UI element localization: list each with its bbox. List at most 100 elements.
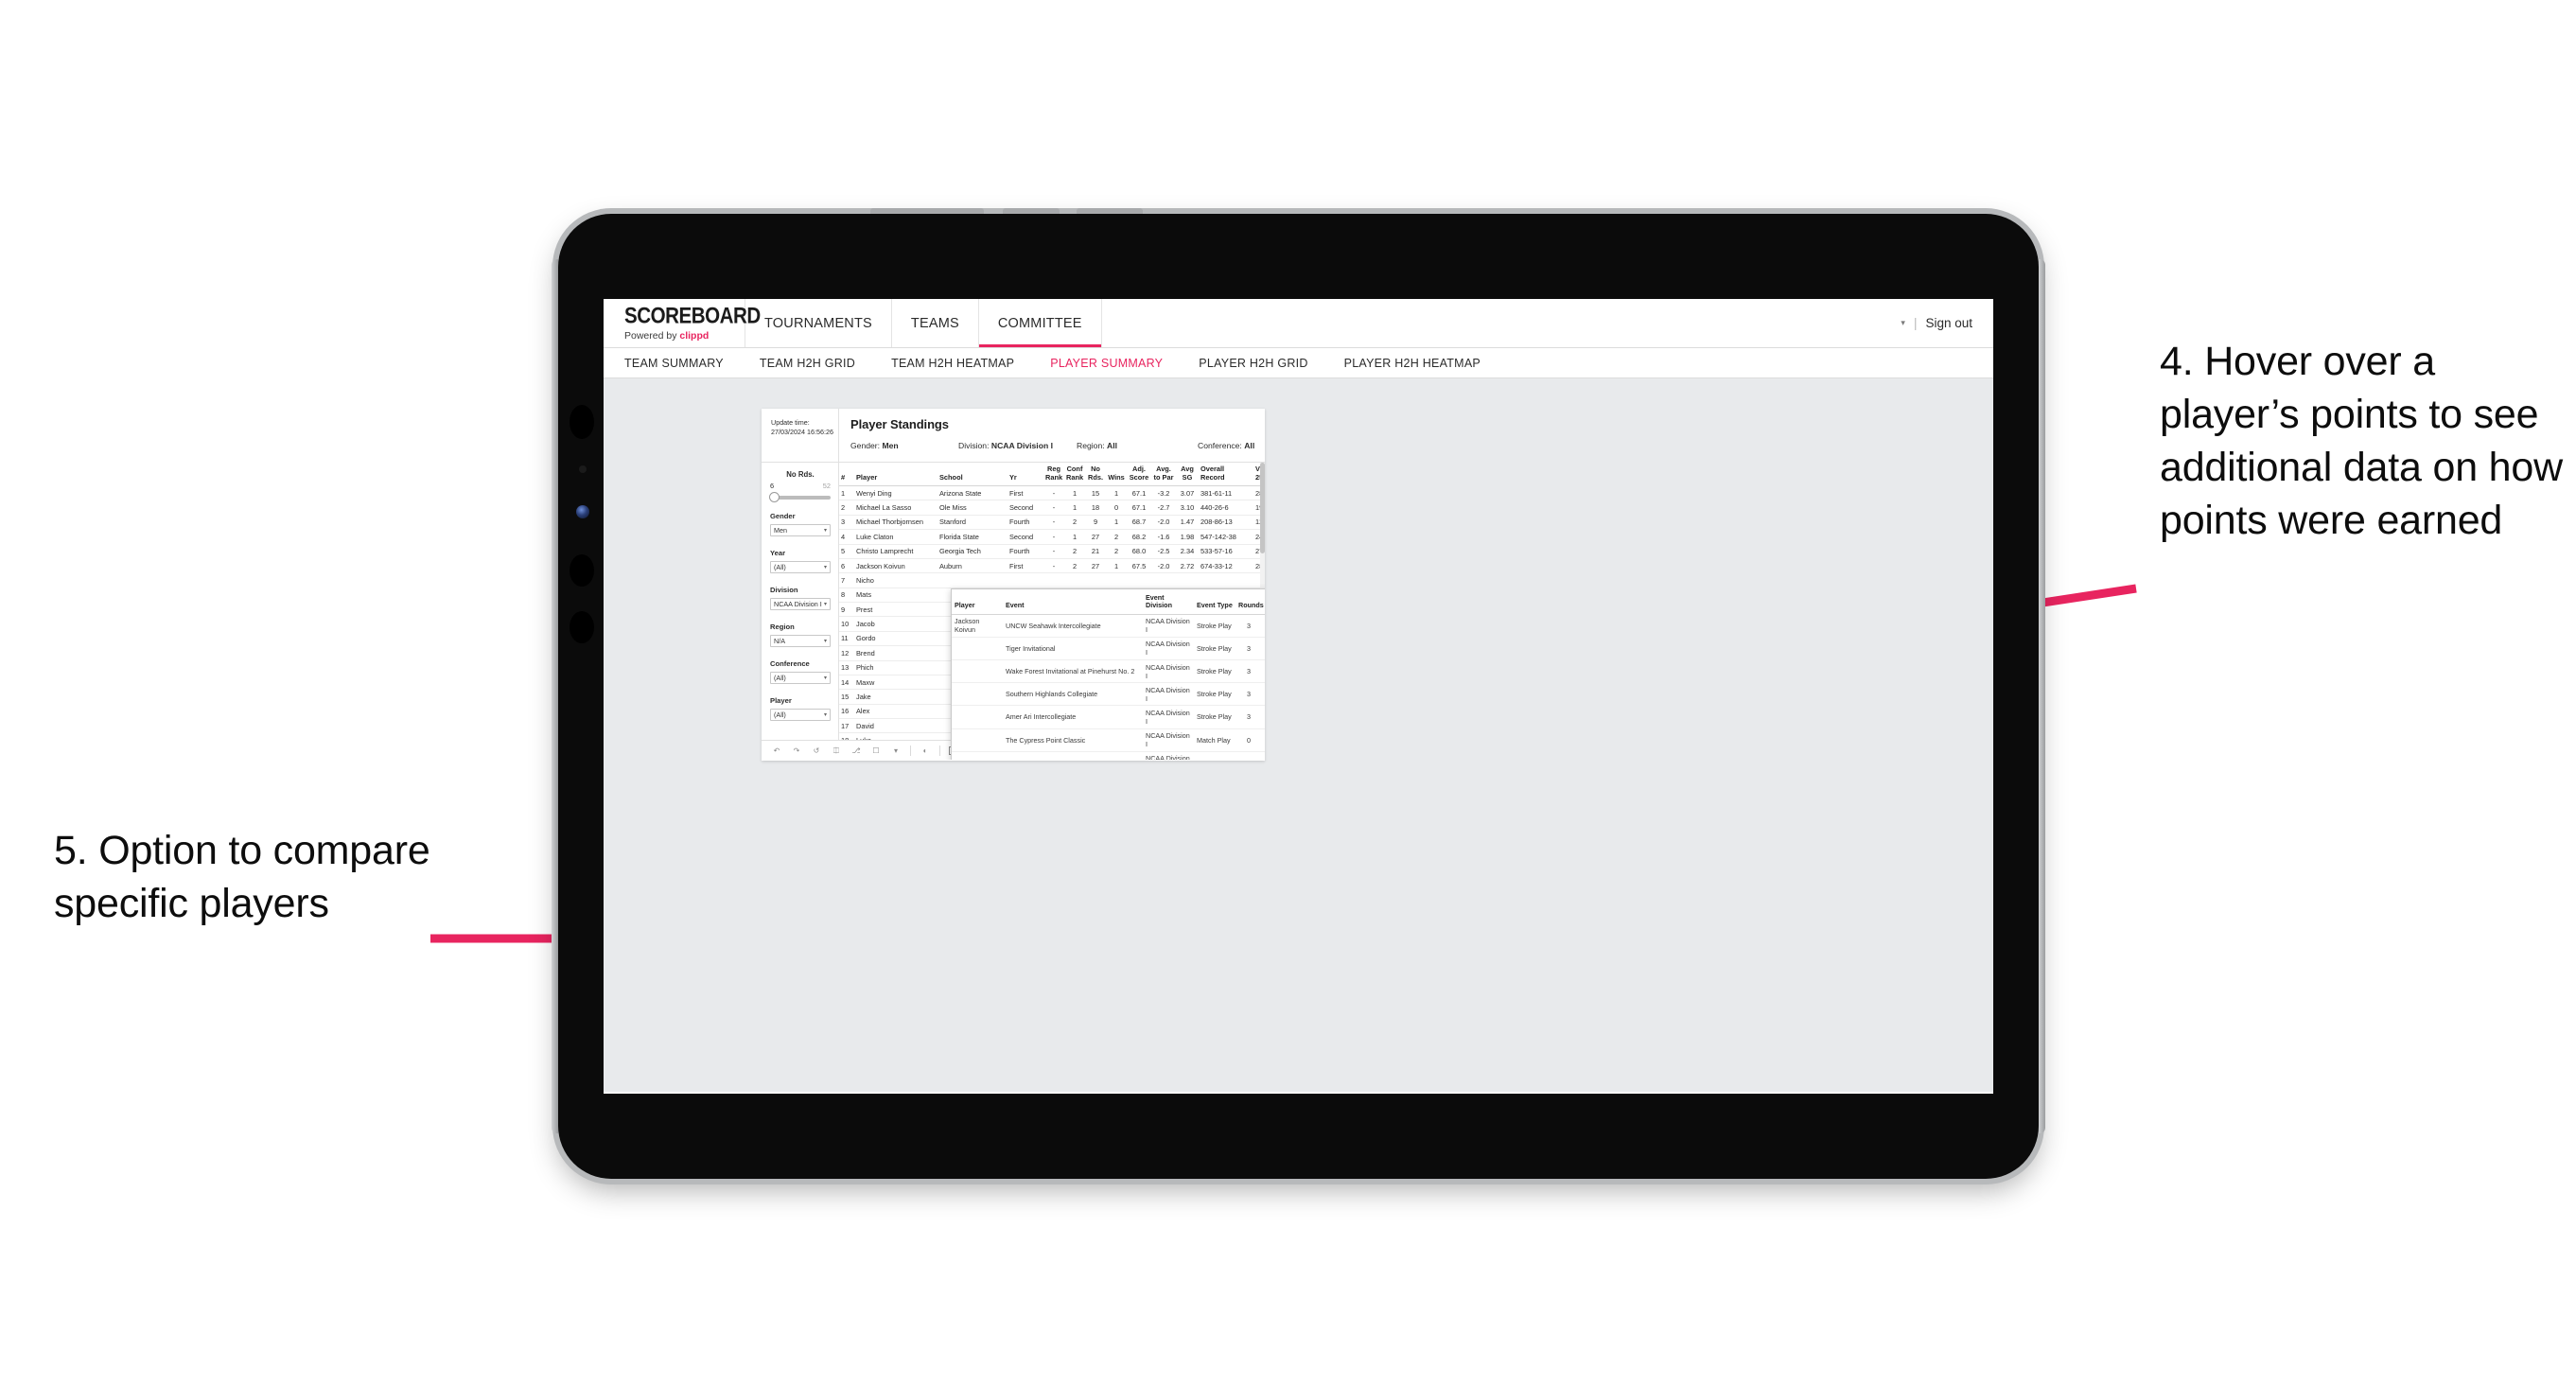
summary-division: Division: NCAA Division I	[958, 441, 1077, 450]
tooltip-cell-event: Fallen Oak Collegiate Invitational	[1003, 751, 1143, 760]
filter-rail: No Rds. 6 52 Gender Men ▾ Year (All) ▾ D…	[762, 463, 839, 760]
no-rounds-slider[interactable]	[769, 492, 831, 502]
refresh-icon[interactable]: ⎅	[831, 746, 842, 757]
summary-region-value: All	[1107, 441, 1117, 450]
cell-yr: Second	[1008, 529, 1043, 545]
filter-conference-select[interactable]: (All) ▾	[770, 672, 831, 684]
cell-adj: 67.1	[1127, 500, 1151, 516]
filter-division-label: Division	[770, 586, 798, 594]
tab-team-h2h-heatmap[interactable]: TEAM H2H HEATMAP	[891, 357, 1014, 370]
tooltip-cell-event: UNCW Seahawk Intercollegiate	[1003, 614, 1143, 638]
scrollbar-thumb[interactable]	[1260, 463, 1265, 553]
tooltip-cell-status: PLAYED	[1262, 614, 1265, 638]
tab-player-summary[interactable]: PLAYER SUMMARY	[1050, 357, 1163, 370]
table-row[interactable]: 5 Christo Lamprecht Georgia Tech Fourth -2 21…	[839, 544, 1265, 559]
col-header-conf-rank[interactable]: Conf Rank	[1064, 463, 1085, 487]
tab-team-h2h-grid[interactable]: TEAM H2H GRID	[760, 357, 855, 370]
filter-gender: Gender Men ▾	[770, 512, 831, 536]
cell-rds: 15	[1085, 485, 1106, 501]
cell-wins: 2	[1106, 544, 1127, 559]
filter-division-value: NCAA Division I	[774, 600, 822, 608]
cell-player: Christo Lamprecht	[854, 544, 938, 559]
summary-conference: Conference: All	[1198, 441, 1254, 450]
tab-player-h2h-heatmap[interactable]: PLAYER H2H HEATMAP	[1344, 357, 1481, 370]
col-header-reg-rank[interactable]: Reg Rank	[1043, 463, 1064, 487]
tooltip-col-player: Player	[952, 589, 1003, 615]
cell-player: Prest	[854, 602, 938, 618]
chevron-down-icon[interactable]: ▾	[890, 746, 902, 757]
col-header-player[interactable]: Player	[854, 463, 938, 487]
data-source-icon[interactable]: ☐	[870, 746, 882, 757]
filter-player-label: Player	[770, 696, 792, 705]
col-header-wins[interactable]: Wins	[1106, 463, 1127, 487]
cell-adj	[1127, 572, 1151, 588]
cell-adj: 68.0	[1127, 544, 1151, 559]
pause-auto-updates-icon[interactable]: ⎇	[850, 746, 862, 757]
nav-tournaments[interactable]: TOURNAMENTS	[745, 299, 892, 347]
sign-out-button[interactable]: Sign out	[1925, 316, 1972, 330]
brand-logo[interactable]: SCOREBOARD Powered by clippd	[604, 299, 761, 347]
table-row[interactable]: 6 Jackson Koivun Auburn First -2 27 1 67.5 -2.0 2…	[839, 558, 1265, 574]
col-header-school[interactable]: School	[938, 463, 1008, 487]
summary-division-label: Division:	[958, 441, 990, 450]
tooltip-col-event-division: Event Division	[1143, 589, 1194, 615]
col-header-overall-record[interactable]: Overall Record	[1199, 463, 1253, 487]
cell-rank: 10	[839, 616, 854, 632]
filter-summary-line: Gender: Men Division: NCAA Division I Re…	[850, 441, 1265, 450]
cell-player: Brend	[854, 645, 938, 661]
filter-year-select[interactable]: (All) ▾	[770, 561, 831, 573]
cell-par: -3.2	[1151, 485, 1176, 501]
cell-player: Jake	[854, 689, 938, 705]
table-row[interactable]: 1 Wenyi Ding Arizona State First -1 15 1 67.1 -3…	[839, 485, 1265, 501]
tooltip-cell-event-division: NCAA Division I	[1143, 637, 1194, 660]
nav-committee[interactable]: COMMITTEE	[978, 299, 1102, 347]
col-header-[interactable]: #	[839, 463, 854, 487]
col-header-yr[interactable]: Yr	[1008, 463, 1043, 487]
ambient-sensor-icon	[576, 505, 589, 518]
custom-views-icon[interactable]: ◐	[920, 746, 931, 757]
chevron-down-icon[interactable]: ▾	[1901, 318, 1905, 328]
tooltip-row: Jackson Koivun UNCW Seahawk Intercollegia…	[952, 614, 1265, 638]
filter-player-select[interactable]: (All) ▾	[770, 709, 831, 721]
cell-rds: 18	[1085, 500, 1106, 516]
cell-conf: 2	[1064, 515, 1085, 531]
chevron-down-icon: ▾	[823, 602, 827, 607]
camera-icon	[570, 405, 594, 439]
table-row[interactable]: 2 Michael La Sasso Ole Miss Second -1 18 0 67.1…	[839, 500, 1265, 516]
filter-gender-select[interactable]: Men ▾	[770, 524, 831, 536]
tooltip-body: Jackson Koivun UNCW Seahawk Intercollegia…	[952, 614, 1265, 760]
summary-conference-label: Conference:	[1198, 441, 1242, 450]
revert-icon[interactable]: ↺	[811, 746, 822, 757]
tab-player-h2h-grid[interactable]: PLAYER H2H GRID	[1199, 357, 1307, 370]
points-tooltip: Player Event Event Division Event Type Round…	[951, 588, 1265, 760]
toolbar-divider	[939, 746, 940, 756]
cell-conf: 1	[1064, 529, 1085, 545]
table-row[interactable]: 7 Nicho	[839, 572, 1265, 588]
slider-handle[interactable]	[769, 492, 780, 502]
cell-rds: 9	[1085, 515, 1106, 531]
filter-player-value: (All)	[774, 711, 786, 719]
filter-division-select[interactable]: NCAA Division I ▾	[770, 598, 831, 610]
cell-sg: 3.10	[1176, 500, 1199, 516]
filter-region-select[interactable]: N/A ▾	[770, 635, 831, 647]
cell-sg: 1.98	[1176, 529, 1199, 545]
cell-rank: 15	[839, 689, 854, 705]
cell-player: Mats	[854, 588, 938, 604]
cell-wins: 0	[1106, 500, 1127, 516]
col-header-avg-sg[interactable]: Avg SG	[1176, 463, 1199, 487]
nav-teams[interactable]: TEAMS	[892, 299, 979, 347]
undo-icon[interactable]: ↶	[771, 746, 782, 757]
col-header-avg-to-par[interactable]: Avg. to Par	[1151, 463, 1176, 487]
table-row[interactable]: 4 Luke Claton Florida State Second -1 27 2 68.2…	[839, 529, 1265, 545]
tooltip-cell-status: PLAYED	[1262, 751, 1265, 760]
col-header-adj-score[interactable]: Adj. Score	[1127, 463, 1151, 487]
redo-icon[interactable]: ↷	[791, 746, 802, 757]
col-header-no-rds[interactable]: No Rds.	[1085, 463, 1106, 487]
cell-record: 440-26-6	[1199, 500, 1253, 516]
cell-rank: 17	[839, 718, 854, 734]
table-header-row: # Player School Yr Reg Rank Conf Rank No Rds. Wins…	[839, 463, 1265, 487]
standings-table-wrap[interactable]: # Player School Yr Reg Rank Conf Rank No Rds. Wins…	[839, 463, 1265, 760]
table-row[interactable]: 3 Michael Thorbjornsen Stanford Fourth -2 9 1 6…	[839, 515, 1265, 531]
tab-team-summary[interactable]: TEAM SUMMARY	[624, 357, 724, 370]
header-right: ▾ | Sign out	[1901, 299, 1993, 347]
